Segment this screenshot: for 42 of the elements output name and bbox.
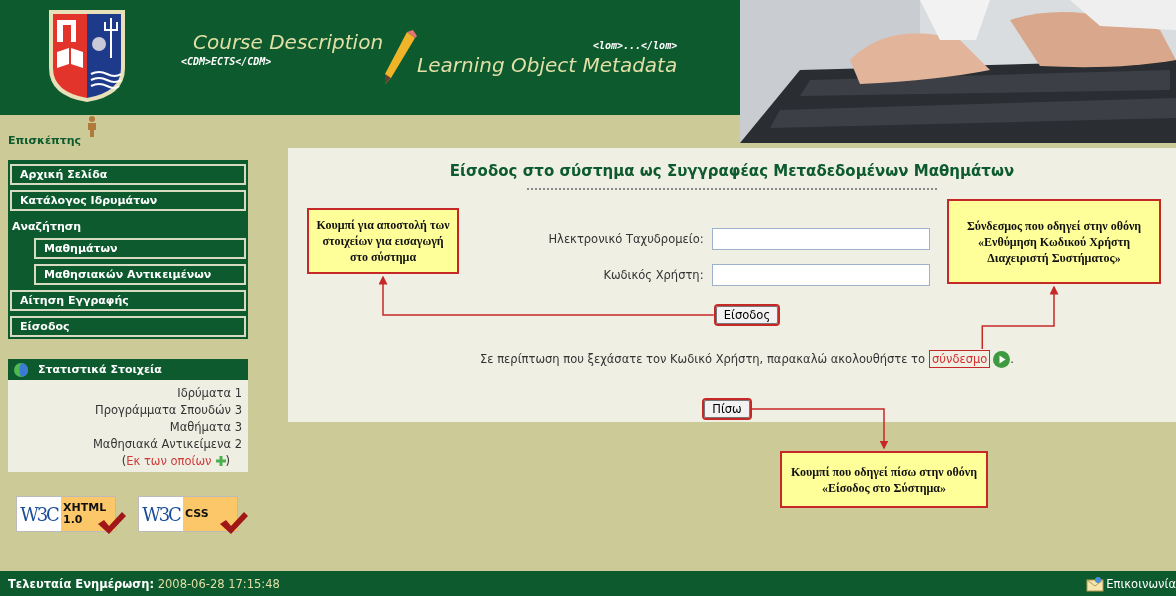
plus-icon (215, 456, 226, 466)
lom-title: Learning Object Metadata (417, 53, 678, 77)
details-link[interactable]: Εκ των οποίων (126, 454, 212, 468)
lom-tag: <lom>...</lom> (592, 40, 678, 51)
forgot-text: Σε περίπτωση που ξεχάσατε τον Κωδικό Χρήστη, παρακαλώ ακολουθήστε το (480, 352, 925, 366)
parenthesis: ( (121, 454, 127, 468)
menu-heading: Αναζήτηση (11, 219, 83, 233)
play-icon (993, 350, 1011, 368)
check-icon (98, 510, 126, 534)
stat-row: Μαθησιακά Αντικείμενα 2 (92, 437, 242, 451)
login-button[interactable]: Είσοδος (715, 306, 779, 324)
input-field[interactable] (711, 228, 930, 250)
contact-link[interactable]: Επικοινωνία (1086, 575, 1176, 592)
menu-item[interactable]: Αίτηση Εγγραφής (10, 290, 246, 311)
reminder-link[interactable]: σύνδεσμο (929, 350, 991, 368)
field-label: Ηλεκτρονικό Ταχυδρομείο: (548, 232, 704, 246)
field-label: Κωδικός Χρήστη: (602, 268, 704, 282)
menu-item[interactable]: Αρχική Σελίδα (10, 164, 246, 185)
stat-row: Προγράμματα Σπουδών 3 (95, 403, 242, 417)
course-tag: <CDM>ECTS</CDM> (181, 56, 384, 67)
user-role: Επισκέπτης (8, 134, 82, 147)
annotation-callout: Σύνδεσμος που οδηγεί στην οθόνη «Ενθύμηση Κωδικού Χρήστη Διαχειριστή Συστήματος» (947, 199, 1161, 284)
stat-row: Μαθήματα 3 (169, 420, 242, 434)
pencil-icon (383, 28, 418, 86)
annotation-callout: Κουμπί για αποστολή των στοιχείων για εισαγωγή στο σύστημα (307, 208, 459, 274)
last-update: Τελευταία Ενημέρωση: 2008-06-28 17:15:48 (8, 576, 280, 591)
course-title: Course Description (193, 30, 384, 54)
envelope-icon (1086, 575, 1105, 592)
period-text: . (1010, 352, 1014, 366)
input-field[interactable] (711, 264, 930, 286)
globe-icon (14, 362, 28, 377)
annotation-callout: Κουμπί που οδηγεί πίσω στην οθόνη «Είσοδος στο Σύστημα» (780, 451, 988, 508)
back-button[interactable]: Πίσω (704, 400, 750, 418)
menu-item[interactable]: Μαθησιακών Αντικειμένων (34, 264, 246, 285)
stat-row: Ιδρύματα 1 (177, 386, 242, 400)
check-icon (220, 510, 248, 534)
parenthesis: ) (225, 454, 230, 468)
menu-item[interactable]: Είσοδος (10, 316, 246, 337)
menu-item[interactable]: Μαθημάτων (34, 238, 246, 259)
stats-title: Στατιστικά Στοιχεία (38, 363, 162, 376)
page-title: Είσοδος στο σύστημα ως Συγγραφέας Μεταδεδομένων Μαθημάτων (449, 162, 1015, 180)
menu-item[interactable]: Κατάλογος Ιδρυμάτων (10, 190, 246, 211)
